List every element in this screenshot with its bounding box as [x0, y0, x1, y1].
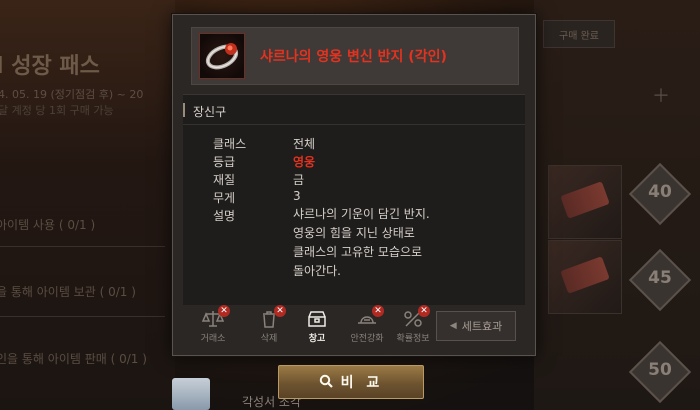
- disabled-x-icon: ✕: [418, 305, 430, 317]
- level-badge-number: 40: [648, 182, 672, 202]
- search-icon: [319, 373, 333, 392]
- pass-note: 달 계정 당 1회 구매 가능: [0, 104, 114, 117]
- category-marker: [183, 103, 185, 117]
- disabled-x-icon: ✕: [218, 305, 230, 317]
- item-name: 샤르나의 영웅 변신 반지 (각인): [260, 49, 447, 65]
- grade-label: 등급: [213, 155, 236, 169]
- delete-label: 삭제: [260, 334, 278, 344]
- divider: [0, 316, 165, 317]
- trade-button[interactable]: ✕ 거래소: [191, 305, 235, 347]
- warehouse-label: 창고: [308, 334, 326, 344]
- description-line: 클래스의 고유한 모습으로: [293, 245, 423, 259]
- safe-enchant-label: 안전강화: [350, 334, 384, 344]
- material-label: 재질: [213, 173, 236, 187]
- ring-icon: [199, 33, 245, 79]
- plus-icon[interactable]: ＋: [652, 82, 670, 108]
- safe-enchant-button[interactable]: ✕ 안전강화: [345, 305, 389, 347]
- divider: [0, 246, 165, 247]
- grade-value: 영웅: [293, 155, 316, 169]
- description-line: 샤르나의 기운이 담긴 반지.: [293, 207, 430, 221]
- description-line: 영웅의 힘을 지닌 상태로: [293, 226, 415, 240]
- item-details: 장신구 클래스 전체 등급 영웅 재질 금 무게 3 설명 샤르나의 기운이 담…: [183, 94, 525, 305]
- item-action-bar: ✕ 거래소 ✕ 삭제 창고 ✕ 안전강화 ✕ 확률정보 ◀ 세트효과: [183, 305, 525, 347]
- delete-button[interactable]: ✕ 삭제: [247, 305, 291, 347]
- warehouse-button[interactable]: 창고: [295, 309, 339, 347]
- pass-title: l 성장 패스: [0, 54, 100, 79]
- material-value: 금: [293, 173, 305, 187]
- description-line: 돌아간다.: [293, 264, 341, 278]
- compare-button[interactable]: 비 교: [278, 365, 424, 399]
- pass-period: 4. 05. 19 (정기점검 후) ~ 20: [0, 88, 144, 101]
- reward-slot[interactable]: [548, 240, 622, 314]
- level-badge-number: 45: [648, 268, 672, 288]
- scroll-item-icon[interactable]: [172, 378, 210, 410]
- item-category: 장신구: [193, 105, 227, 119]
- item-description: 샤르나의 기운이 담긴 반지. 영웅의 힘을 지닌 상태로 클래스의 고유한 모…: [293, 205, 493, 281]
- chest-icon: [306, 309, 328, 329]
- disabled-x-icon: ✕: [274, 305, 286, 317]
- probability-icon: ✕: [402, 305, 430, 329]
- trash-icon: ✕: [258, 305, 286, 329]
- description-label: 설명: [213, 209, 236, 223]
- trade-label: 거래소: [200, 334, 226, 344]
- disabled-x-icon: ✕: [372, 305, 384, 317]
- reward-slot[interactable]: [548, 165, 622, 239]
- probability-info-button[interactable]: ✕ 확률정보: [391, 305, 435, 347]
- scale-icon: ✕: [201, 305, 230, 329]
- growth-pass-panel: l 성장 패스 4. 05. 19 (정기점검 후) ~ 20 달 계정 당 1…: [0, 0, 175, 410]
- weight-value: 3: [293, 189, 301, 203]
- item-header: 샤르나의 영웅 변신 반지 (각인): [191, 27, 519, 85]
- mission-item[interactable]: 아이템 사용 ( 0/1 ): [0, 216, 95, 233]
- enchant-icon: ✕: [356, 305, 384, 329]
- mission-item[interactable]: 인을 통해 아이템 판매 ( 0/1 ): [0, 350, 147, 367]
- mission-item[interactable]: 을 통해 아이템 보관 ( 0/1 ): [0, 283, 136, 300]
- compare-label: 비 교: [340, 375, 384, 391]
- class-value: 전체: [293, 137, 316, 151]
- purchased-tab[interactable]: 구매 완료: [543, 20, 615, 48]
- set-effect-label: 세트효과: [461, 320, 503, 333]
- level-badge-number: 50: [648, 360, 672, 380]
- class-label: 클래스: [213, 137, 247, 151]
- probability-info-label: 확률정보: [396, 334, 430, 344]
- set-effect-button[interactable]: ◀ 세트효과: [436, 311, 516, 341]
- item-tooltip: 샤르나의 영웅 변신 반지 (각인) 장신구 클래스 전체 등급 영웅 재질 금…: [172, 14, 536, 356]
- chevron-left-icon: ◀: [449, 321, 457, 331]
- divider: [183, 124, 525, 125]
- weight-label: 무게: [213, 191, 236, 205]
